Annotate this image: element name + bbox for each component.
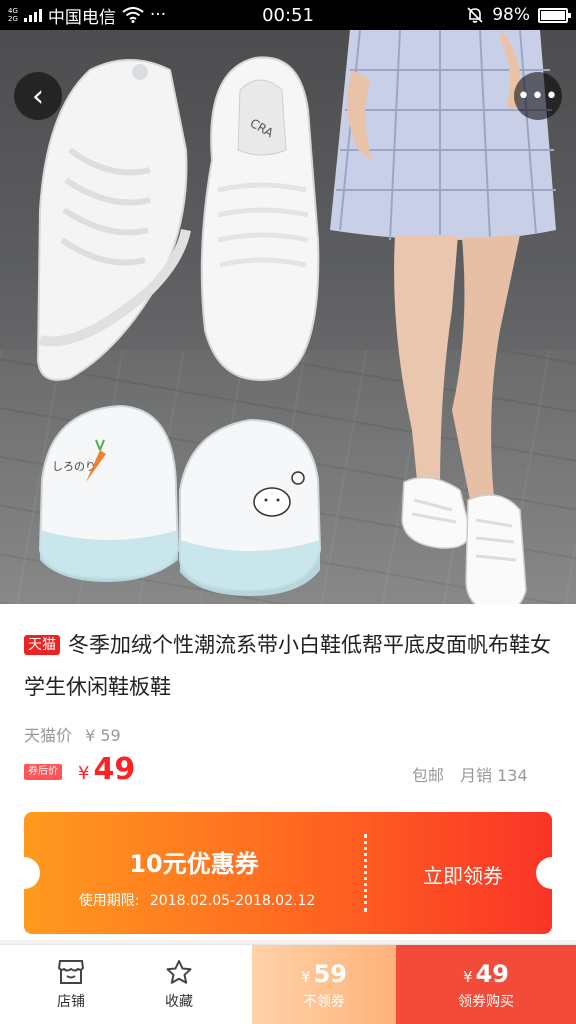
no-coupon-label: 不领券 bbox=[303, 993, 345, 1010]
favorite-button[interactable]: 收藏 bbox=[126, 945, 232, 1024]
buy-with-coupon-button[interactable]: ¥49 领券购买 bbox=[396, 945, 576, 1024]
model-sneakers bbox=[401, 476, 527, 604]
shoe-top-view: CRA bbox=[200, 56, 320, 381]
coupon-divider bbox=[364, 834, 367, 912]
favorite-label: 收藏 bbox=[165, 994, 193, 1010]
coupon-buy-label: 领券购买 bbox=[458, 993, 514, 1010]
product-info: 天猫 冬季加绒个性潮流系带小白鞋低帮平底皮面帆布鞋女学生休闲鞋板鞋 天猫价 ¥ 5… bbox=[0, 604, 576, 940]
bottom-action-bar: 店铺 收藏 ¥59 不领券 ¥49 领券购买 bbox=[0, 944, 576, 1024]
product-title-block: 天猫 冬季加绒个性潮流系带小白鞋低帮平底皮面帆布鞋女学生休闲鞋板鞋 bbox=[24, 624, 554, 708]
more-options-button[interactable]: ••• bbox=[514, 72, 562, 120]
original-price: 天猫价 ¥ 59 bbox=[24, 722, 121, 746]
after-coupon-badge: 券后价 bbox=[24, 764, 62, 780]
shoe-lettering: しろのり bbox=[52, 460, 96, 473]
normal-price-value: 59 bbox=[313, 959, 347, 988]
free-shipping: 包邮 bbox=[412, 766, 445, 785]
more-dots-icon: ••• bbox=[517, 83, 559, 109]
battery-percent: 98% bbox=[492, 5, 530, 25]
monthly-sales: 月销 134 bbox=[460, 766, 528, 785]
coupon-buy-currency: ¥ bbox=[463, 967, 473, 986]
buy-without-coupon-button[interactable]: ¥59 不领券 bbox=[252, 945, 396, 1024]
store-label: 店铺 bbox=[57, 994, 85, 1010]
currency-symbol: ¥ bbox=[78, 763, 90, 784]
coupon-validity-range: 2018.02.05-2018.02.12 bbox=[149, 893, 316, 909]
coupon-validity-label: 使用期限: bbox=[78, 893, 140, 909]
star-icon bbox=[166, 960, 192, 984]
coupon-price-value: 49 bbox=[93, 752, 136, 787]
original-price-label: 天猫价 bbox=[24, 726, 73, 745]
normal-currency: ¥ bbox=[301, 967, 311, 986]
coupon-price: ¥49 bbox=[78, 752, 135, 787]
coupon-buy-price: ¥49 bbox=[463, 959, 509, 992]
chevron-left-icon: ‹ bbox=[32, 78, 44, 114]
coupon-card[interactable]: 10元优惠券 使用期限: 2018.02.05-2018.02.12 立即领券 bbox=[8, 812, 568, 934]
tmall-badge: 天猫 bbox=[24, 635, 60, 655]
battery-fill bbox=[541, 10, 565, 20]
claim-coupon-button[interactable]: 立即领券 bbox=[374, 860, 552, 889]
coupon-validity: 使用期限: 2018.02.05-2018.02.12 bbox=[24, 890, 364, 910]
original-price-value: ¥ 59 bbox=[85, 726, 121, 745]
shoe-side-view bbox=[36, 59, 191, 381]
status-bar: 4G 2G 中国电信 ··· 00:51 98% bbox=[0, 0, 576, 30]
product-image-carousel[interactable]: CRA しろのり ‹ ••• bbox=[0, 30, 576, 604]
store-icon bbox=[57, 960, 85, 984]
store-button[interactable]: 店铺 bbox=[18, 945, 124, 1024]
back-button[interactable]: ‹ bbox=[14, 72, 62, 120]
mute-bell-icon bbox=[467, 7, 483, 23]
normal-price: ¥59 bbox=[301, 959, 347, 992]
battery-icon bbox=[538, 7, 571, 23]
coupon-amount: 10元优惠券 bbox=[129, 850, 259, 878]
product-title: 冬季加绒个性潮流系带小白鞋低帮平底皮面帆布鞋女学生休闲鞋板鞋 bbox=[24, 633, 551, 699]
shoe-heels-view: しろのり bbox=[38, 404, 322, 596]
coupon-buy-price-value: 49 bbox=[475, 959, 509, 988]
product-photo: CRA しろのり bbox=[36, 30, 556, 604]
status-right: 98% bbox=[466, 0, 571, 30]
